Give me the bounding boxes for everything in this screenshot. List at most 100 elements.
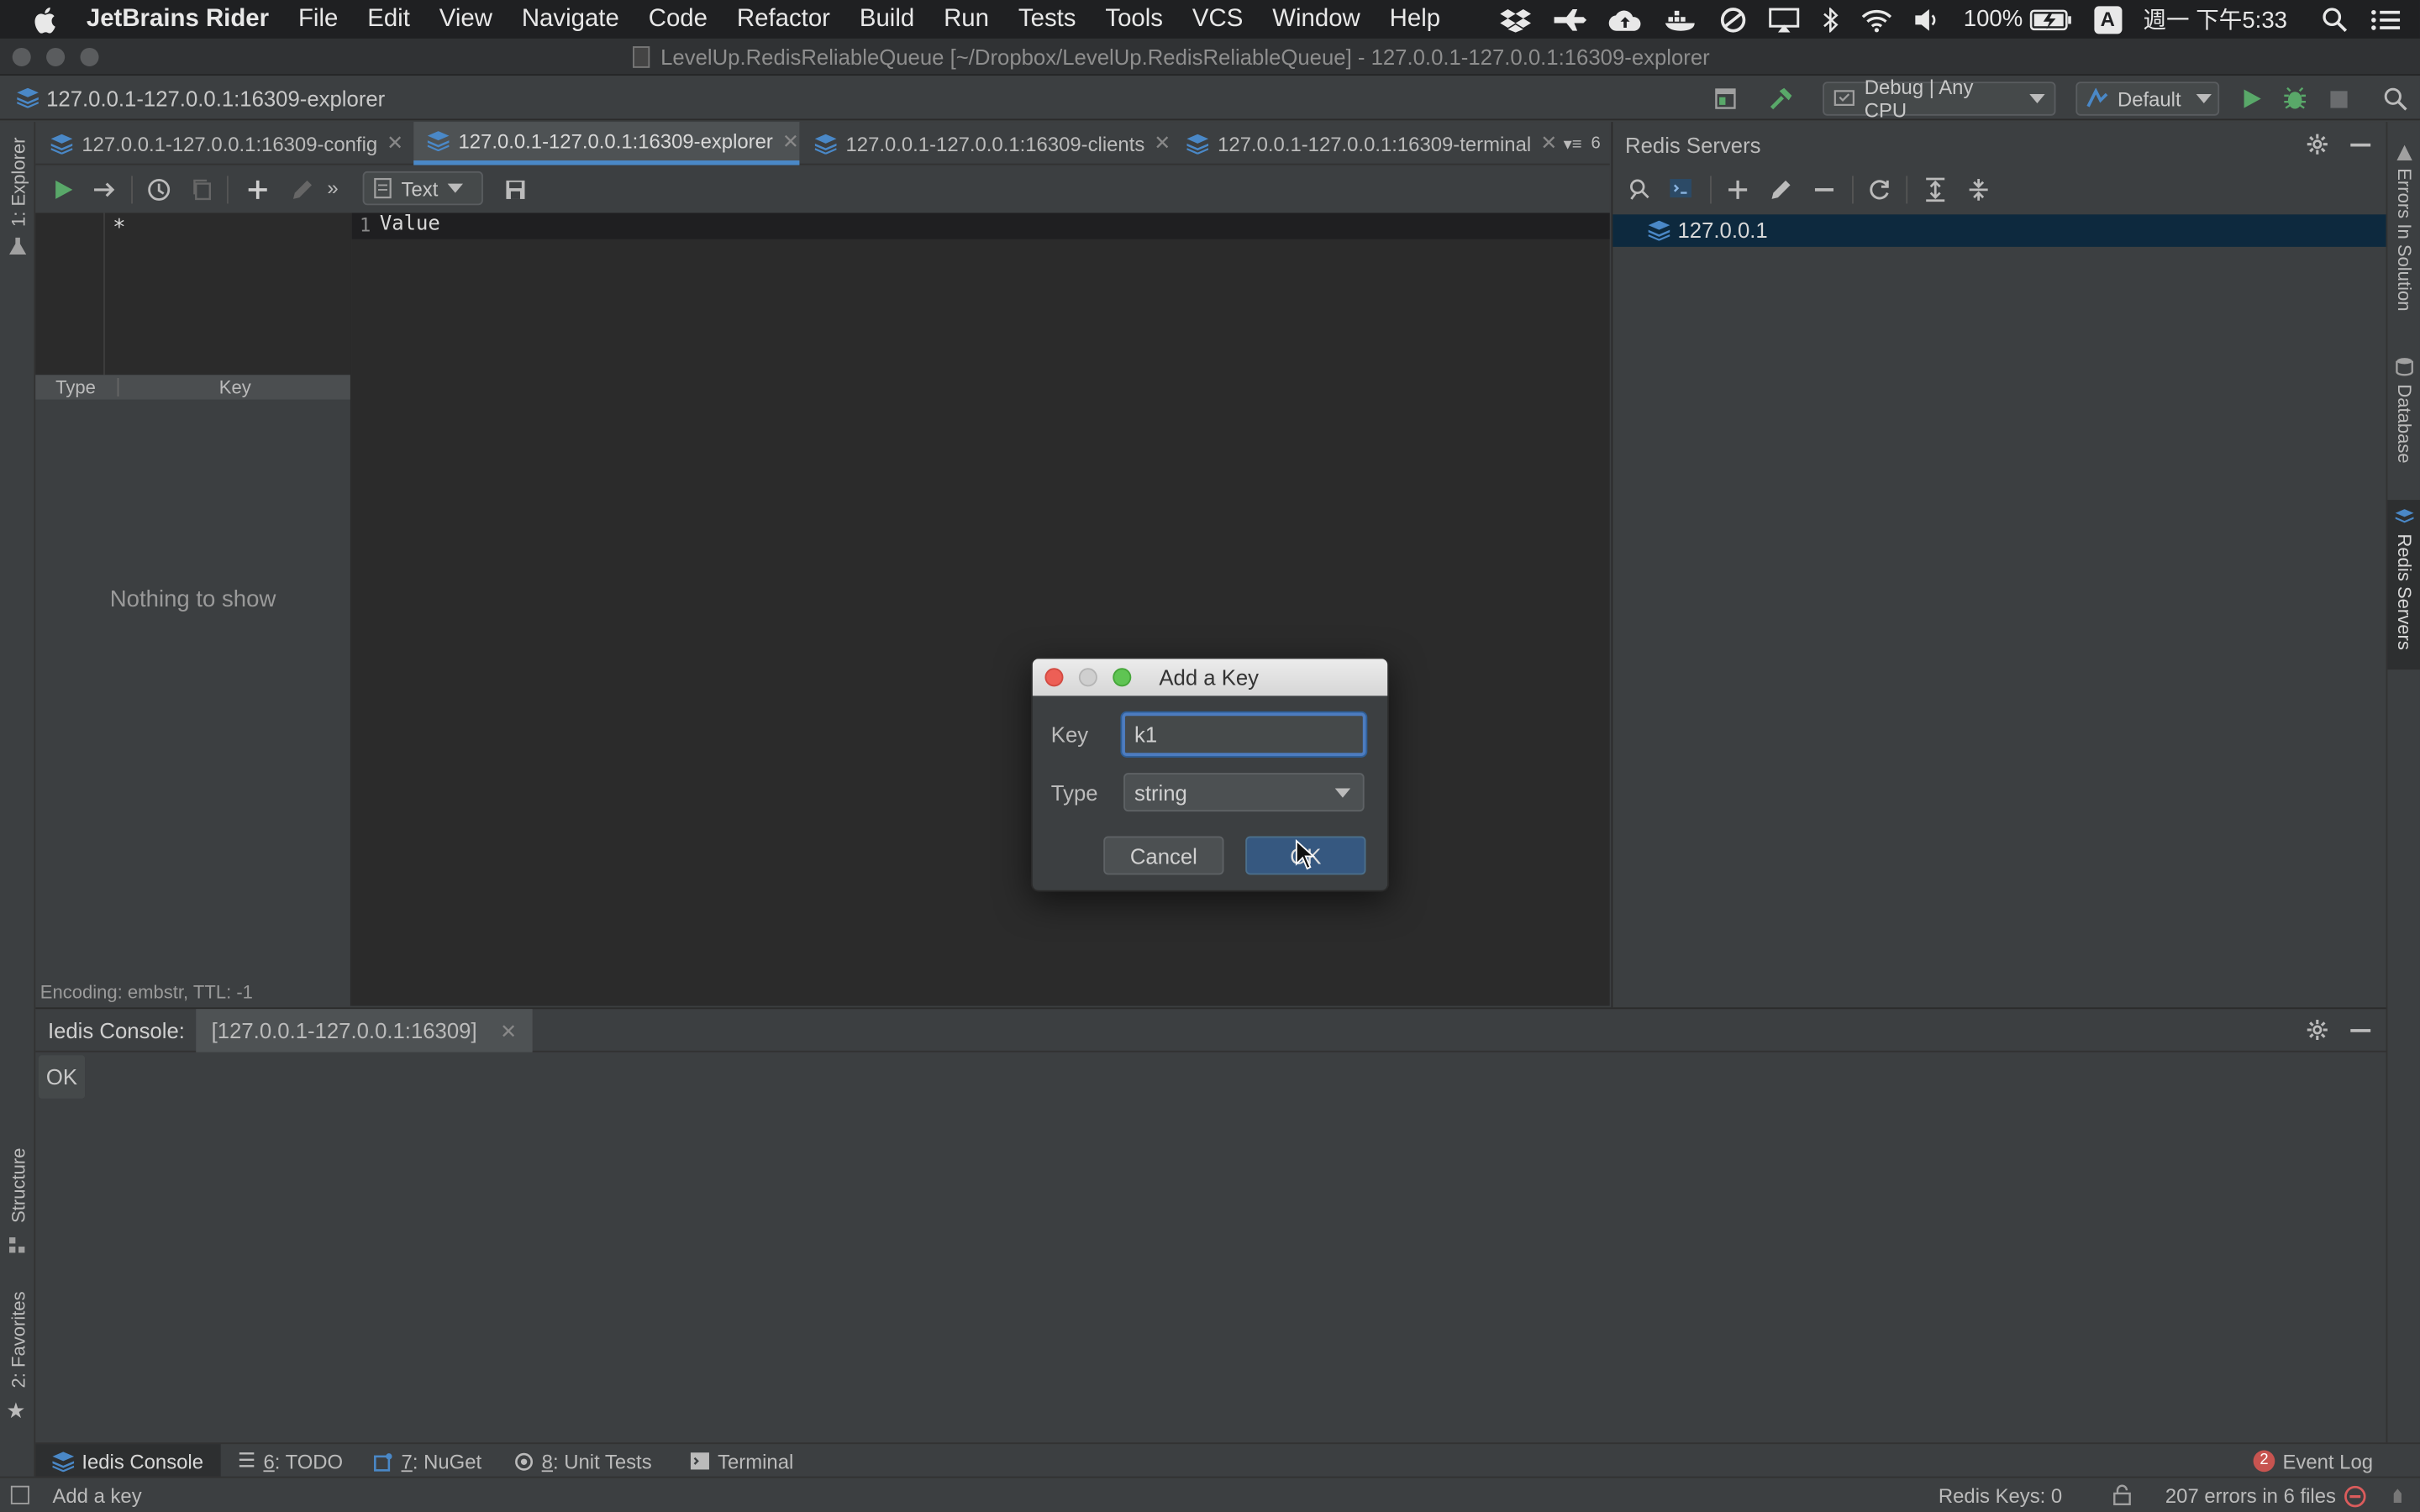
clock[interactable]: 週一 下午5:33 bbox=[2143, 3, 2287, 36]
error-stop-icon[interactable] bbox=[2344, 1485, 2366, 1508]
menu-navigate[interactable]: Navigate bbox=[522, 5, 619, 33]
close-tab-icon[interactable]: ✕ bbox=[782, 129, 799, 153]
menu-vcs[interactable]: VCS bbox=[1192, 5, 1243, 33]
spotlight-icon[interactable] bbox=[2321, 5, 2349, 33]
menu-edit[interactable]: Edit bbox=[367, 5, 410, 33]
close-tab-icon[interactable]: ✕ bbox=[1154, 131, 1171, 155]
run-profile-combo[interactable]: Default bbox=[2075, 81, 2220, 116]
dialog-close-button[interactable] bbox=[1044, 668, 1064, 687]
menu-build[interactable]: Build bbox=[860, 5, 914, 33]
column-key[interactable]: Key bbox=[219, 376, 251, 398]
bluetooth-icon[interactable] bbox=[1822, 7, 1840, 32]
structure-toolwindow-tab[interactable]: Structure bbox=[8, 1148, 29, 1223]
battery-icon[interactable] bbox=[2029, 8, 2072, 30]
run-command-icon[interactable] bbox=[51, 177, 76, 202]
type-select[interactable]: string bbox=[1123, 773, 1365, 812]
edit-pencil-icon[interactable] bbox=[290, 177, 314, 202]
input-method-badge[interactable]: A bbox=[2093, 5, 2122, 34]
build-hammer-icon[interactable] bbox=[1769, 87, 1793, 111]
menu-file[interactable]: File bbox=[298, 5, 338, 33]
volume-icon[interactable] bbox=[1914, 7, 1942, 31]
close-window-button[interactable] bbox=[12, 47, 31, 66]
dropbox-icon[interactable] bbox=[1500, 7, 1532, 32]
stop-icon[interactable] bbox=[2330, 91, 2348, 108]
add-key-icon[interactable] bbox=[245, 177, 270, 202]
event-log-button[interactable]: 2 Event Log bbox=[2253, 1444, 2373, 1478]
tab-clients[interactable]: 127.0.0.1-127.0.0.1:16309-clients ✕ bbox=[814, 122, 1171, 165]
hide-panel-icon[interactable] bbox=[2350, 143, 2371, 147]
key-input[interactable]: k1 bbox=[1122, 712, 1366, 756]
key-filter-input[interactable]: * bbox=[113, 216, 125, 240]
apple-icon[interactable] bbox=[34, 5, 58, 33]
airplay-icon[interactable] bbox=[1769, 7, 1800, 32]
toolwindow-unit-tests[interactable]: 8: Unit Tests bbox=[514, 1444, 652, 1478]
plane-icon[interactable] bbox=[1553, 8, 1587, 30]
step-over-icon[interactable] bbox=[92, 177, 117, 202]
find-server-icon[interactable] bbox=[1627, 177, 1651, 202]
toolwindow-todo[interactable]: ☰ 6: TODO bbox=[238, 1444, 343, 1478]
debug-bug-icon[interactable] bbox=[2282, 87, 2307, 111]
menu-code[interactable]: Code bbox=[649, 5, 708, 33]
menu-app-name[interactable]: JetBrains Rider bbox=[87, 5, 269, 33]
column-type[interactable]: Type bbox=[55, 376, 96, 398]
value-format-combo[interactable]: Text bbox=[362, 171, 483, 206]
menu-tests[interactable]: Tests bbox=[1018, 5, 1076, 33]
battery-percent[interactable]: 100% bbox=[1964, 6, 2023, 32]
remove-server-icon[interactable] bbox=[1814, 188, 1833, 192]
settings-gear-icon[interactable] bbox=[2306, 1018, 2329, 1042]
zoom-window-button[interactable] bbox=[80, 47, 99, 66]
toolwindow-terminal[interactable]: Terminal bbox=[690, 1444, 793, 1478]
hide-panel-icon[interactable] bbox=[2350, 1029, 2371, 1032]
tab-explorer[interactable]: 127.0.0.1-127.0.0.1:16309-explorer ✕ bbox=[413, 122, 800, 165]
edit-server-icon[interactable] bbox=[1769, 177, 1793, 202]
menu-run[interactable]: Run bbox=[944, 5, 989, 33]
expand-all-icon[interactable] bbox=[1923, 177, 1948, 202]
collapse-all-icon[interactable] bbox=[1966, 177, 1991, 202]
dialog-zoom-button[interactable] bbox=[1113, 668, 1132, 687]
add-server-icon[interactable] bbox=[1725, 177, 1749, 202]
favorites-toolwindow-tab[interactable]: 2: Favorites bbox=[8, 1291, 29, 1388]
errors-summary[interactable]: 207 errors in 6 files bbox=[2165, 1484, 2336, 1508]
settings-gear-icon[interactable] bbox=[2306, 133, 2329, 156]
database-tab[interactable]: Database bbox=[2394, 384, 2416, 463]
tab-terminal[interactable]: 127.0.0.1-127.0.0.1:16309-terminal ✕ bbox=[1186, 122, 1557, 165]
explorer-toolwindow-tab[interactable]: 1: Explorer bbox=[8, 137, 29, 227]
tab-overflow-button[interactable]: ▾≡ 6 bbox=[1564, 122, 1601, 165]
close-tab-icon[interactable]: ✕ bbox=[387, 131, 403, 155]
menu-help[interactable]: Help bbox=[1390, 5, 1440, 33]
build-config-combo[interactable]: Debug | Any CPU bbox=[1823, 76, 2056, 122]
toolwindow-redis-console[interactable]: Iedis Console bbox=[35, 1444, 221, 1478]
copy-icon[interactable] bbox=[190, 177, 214, 202]
refresh-icon[interactable] bbox=[1867, 177, 1891, 202]
toggle-tool-windows-icon[interactable] bbox=[10, 1485, 29, 1504]
console-icon[interactable] bbox=[1668, 176, 1692, 200]
toolwindow-nuget[interactable]: 7: NuGet bbox=[373, 1444, 481, 1478]
redis-servers-tab-active[interactable]: Redis Servers bbox=[2387, 500, 2420, 670]
circle-slash-icon[interactable] bbox=[1720, 5, 1748, 33]
breadcrumb[interactable]: 127.0.0.1-127.0.0.1:16309-explorer bbox=[46, 87, 385, 111]
search-everywhere-icon[interactable] bbox=[2383, 87, 2407, 111]
more-chevron-icon[interactable]: » bbox=[327, 176, 338, 199]
menu-window[interactable]: Window bbox=[1272, 5, 1360, 33]
dialog-minimize-button[interactable] bbox=[1078, 668, 1097, 687]
layout-icon[interactable] bbox=[1715, 88, 1737, 110]
wifi-icon[interactable] bbox=[1862, 7, 1893, 32]
console-session-tab[interactable]: [127.0.0.1-127.0.0.1:16309] ✕ bbox=[196, 1009, 533, 1053]
menu-view[interactable]: View bbox=[439, 5, 492, 33]
menu-tools[interactable]: Tools bbox=[1105, 5, 1163, 33]
server-tree-item[interactable]: 127.0.0.1 bbox=[1612, 214, 2386, 247]
value-editor[interactable]: 1 Value bbox=[351, 213, 1610, 1006]
menu-refactor[interactable]: Refactor bbox=[737, 5, 830, 33]
minimize-window-button[interactable] bbox=[46, 47, 66, 66]
inspector-icon[interactable] bbox=[2387, 1486, 2407, 1506]
run-icon[interactable] bbox=[2241, 88, 2263, 110]
lock-icon[interactable] bbox=[2112, 1484, 2131, 1506]
save-icon[interactable] bbox=[503, 177, 528, 202]
errors-in-solution-tab[interactable]: Errors In Solution bbox=[2394, 168, 2416, 311]
cloud-upload-icon[interactable] bbox=[1608, 7, 1642, 31]
close-tab-icon[interactable]: ✕ bbox=[1540, 131, 1557, 155]
cancel-button[interactable]: Cancel bbox=[1103, 836, 1224, 875]
history-icon[interactable] bbox=[146, 177, 171, 202]
tab-config[interactable]: 127.0.0.1-127.0.0.1:16309-config ✕ bbox=[50, 122, 404, 165]
docker-icon[interactable] bbox=[1664, 7, 1697, 31]
